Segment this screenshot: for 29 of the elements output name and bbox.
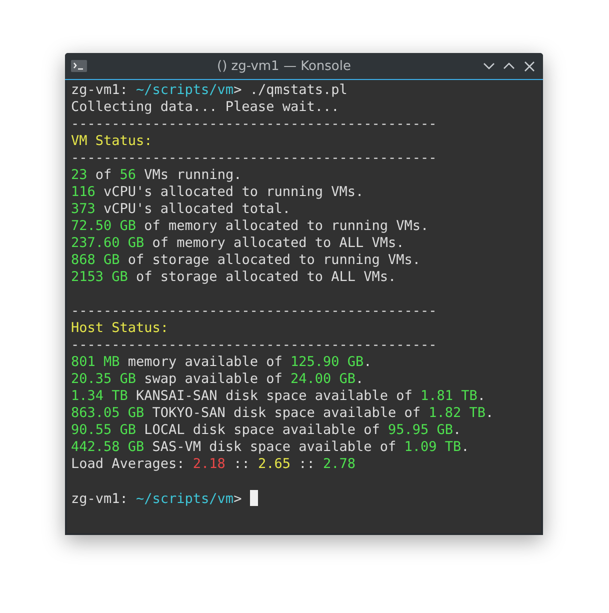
terminal-line: 23 of 56 VMs running.: [71, 167, 243, 184]
terminal-line: 72.50 GB of memory allocated to running VMs.: [71, 218, 430, 235]
minimize-icon[interactable]: [483, 62, 495, 70]
terminal-line: 863.05 GB TOKYO-SAN disk space available of 1.82 TB.: [71, 405, 495, 422]
close-icon[interactable]: [524, 60, 534, 72]
terminal-line: Collecting data... Please wait...: [71, 99, 340, 116]
terminal-line: 442.58 GB SAS-VM disk space available of 1.09 TB.: [71, 439, 470, 456]
terminal-line: ---------------------------------------------: [71, 150, 438, 167]
terminal-line: zg-vm1: ~/scripts/vm> ./qmstats.pl: [71, 82, 348, 99]
terminal-line: 90.55 GB LOCAL disk space available of 95.95 GB.: [71, 422, 462, 439]
terminal-line: VM Status:: [71, 133, 154, 150]
terminal-line: zg-vm1: ~/scripts/vm>: [71, 491, 243, 507]
terminal-line: 20.35 GB swap available of 24.00 GB.: [71, 371, 365, 388]
maximize-icon[interactable]: [503, 62, 515, 70]
terminal-line: 1.34 TB KANSAI-SAN disk space available of 1.81 TB.: [71, 388, 487, 405]
cursor: [250, 490, 258, 506]
terminal-line: 373 vCPU's allocated total.: [71, 201, 292, 218]
terminal-icon: [71, 60, 87, 72]
terminal-line: ---------------------------------------------: [71, 303, 438, 320]
terminal-line: 801 MB memory available of 125.90 GB.: [71, 354, 373, 371]
terminal-line: ---------------------------------------------: [71, 116, 438, 133]
terminal-line: 2153 GB of storage allocated to ALL VMs.: [71, 269, 398, 286]
terminal-line: 237.60 GB of memory allocated to ALL VMs.: [71, 235, 406, 252]
terminal-line: 868 GB of storage allocated to running VMs.: [71, 252, 422, 269]
terminal-line: Host Status:: [71, 320, 170, 337]
window-title: () zg-vm1 — Konsole: [216, 58, 352, 74]
terminal-line: Load Averages: 2.18 :: 2.65 :: 2.78: [71, 456, 356, 473]
terminal-line: ---------------------------------------------: [71, 337, 438, 354]
terminal-line: 116 vCPU's allocated to running VMs.: [71, 184, 365, 201]
